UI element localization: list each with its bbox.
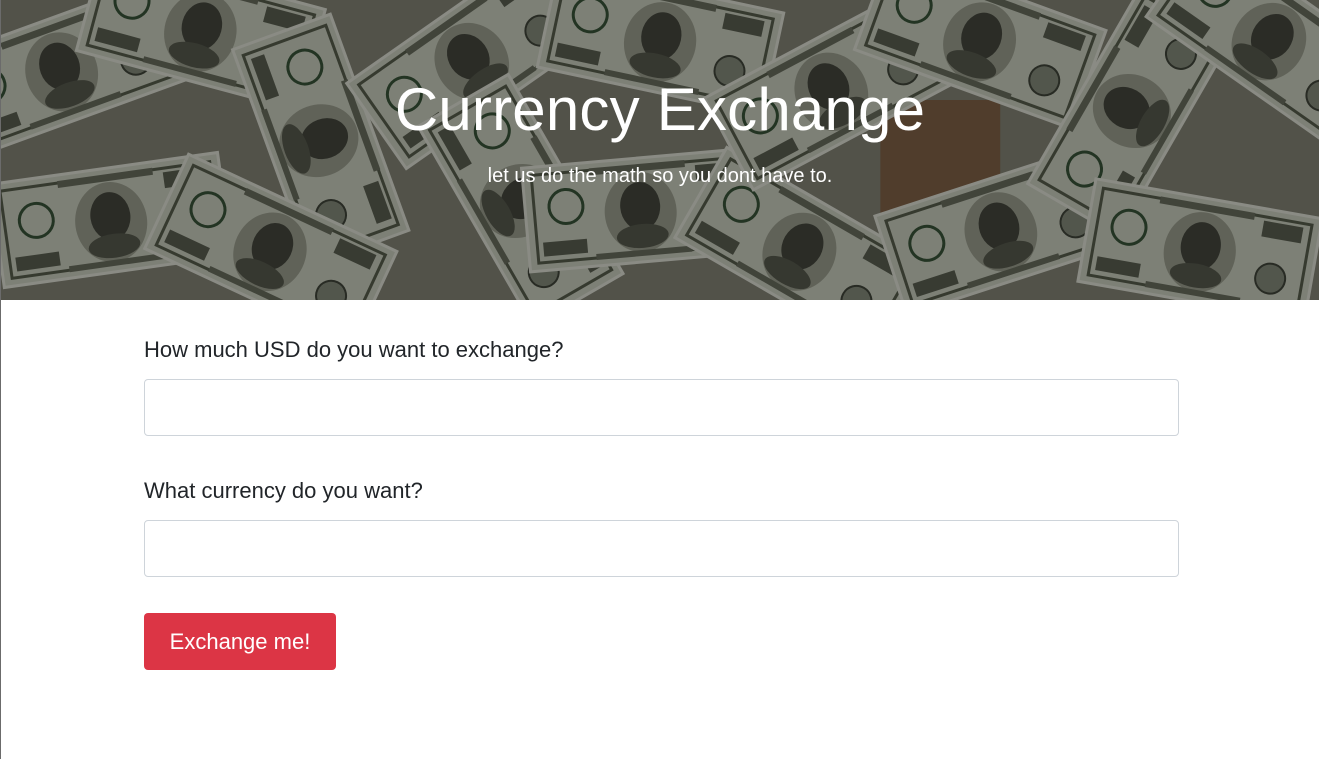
hero-banner: Currency Exchange let us do the math so … bbox=[1, 0, 1319, 300]
target-currency-label: What currency do you want? bbox=[144, 478, 423, 503]
usd-amount-input[interactable] bbox=[144, 379, 1179, 436]
hero-dark-overlay bbox=[1, 0, 1319, 300]
exchange-button[interactable]: Exchange me! bbox=[144, 613, 336, 670]
page-title: Currency Exchange bbox=[394, 76, 926, 143]
usd-amount-label: How much USD do you want to exchange? bbox=[144, 337, 564, 362]
page-subtitle: let us do the math so you dont have to. bbox=[487, 165, 833, 187]
target-currency-input[interactable] bbox=[144, 520, 1179, 577]
page: Currency Exchange let us do the math so … bbox=[0, 0, 1319, 759]
